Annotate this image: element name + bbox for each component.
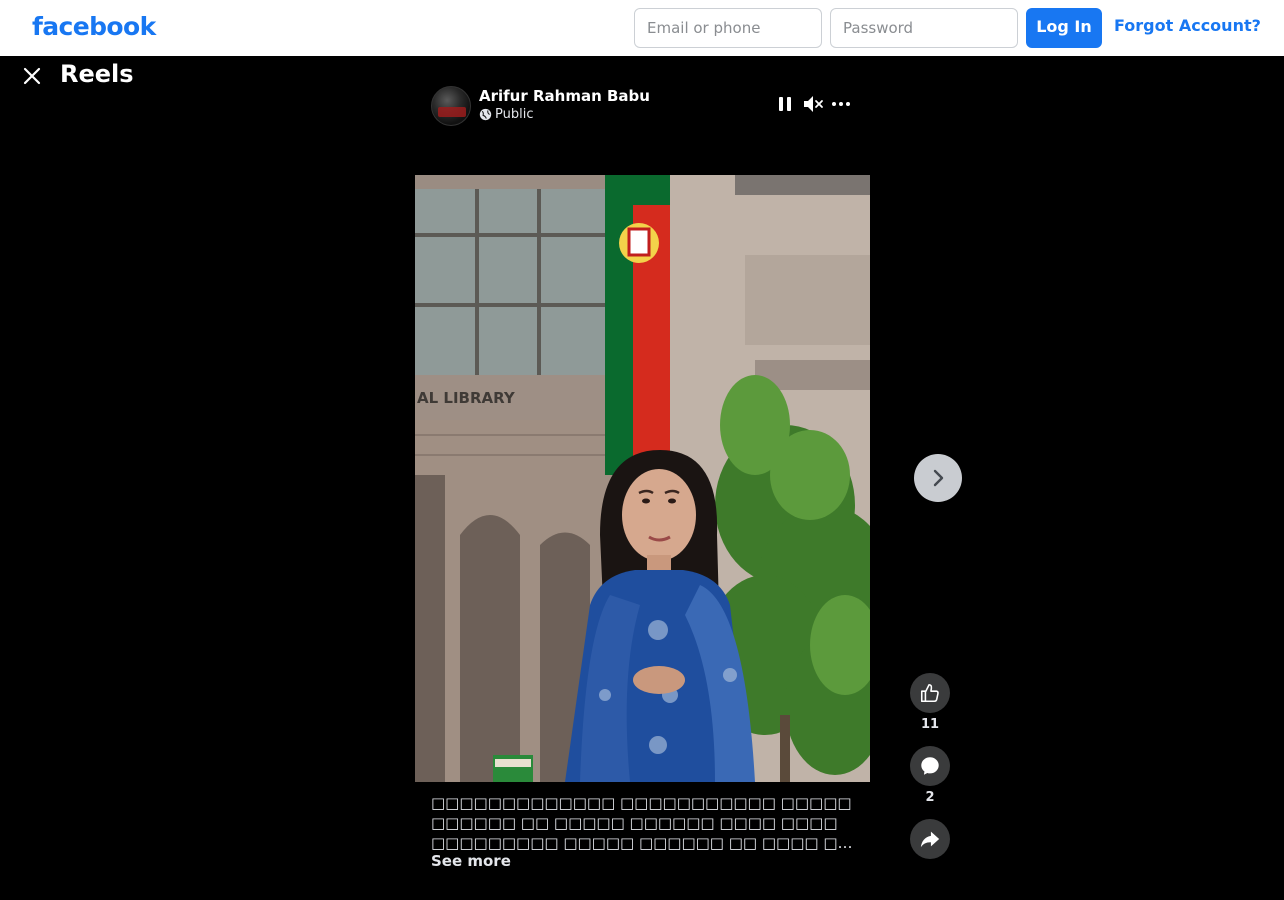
share-button[interactable] <box>910 819 950 859</box>
more-icon <box>832 102 850 106</box>
reel-video[interactable]: AL LIBRARY <box>415 175 870 782</box>
comment-button[interactable] <box>910 746 950 786</box>
caption-text: □□□□□□□□□□□□□ □□□□□□□□□□□ □□□□□□□□□□□ □□… <box>431 794 852 852</box>
pause-button[interactable] <box>773 92 797 116</box>
mute-button[interactable] <box>801 92 825 116</box>
facebook-logo[interactable]: facebook <box>32 12 156 41</box>
globe-icon <box>479 108 492 121</box>
password-field[interactable] <box>830 8 1018 48</box>
top-bar: facebook Log In Forgot Account? <box>0 0 1284 56</box>
next-reel-button[interactable] <box>914 454 962 502</box>
more-options-button[interactable] <box>829 92 853 116</box>
building-sign: AL LIBRARY <box>417 389 516 407</box>
login-button[interactable]: Log In <box>1026 8 1102 48</box>
close-icon <box>23 67 41 85</box>
like-count: 11 <box>920 717 940 732</box>
share-icon <box>920 831 940 848</box>
like-icon <box>920 683 939 703</box>
privacy-label: Public <box>495 107 534 122</box>
comment-count: 2 <box>925 790 935 805</box>
chevron-right-icon <box>933 469 944 487</box>
comment-icon <box>921 757 939 775</box>
email-field[interactable] <box>634 8 822 48</box>
author-name[interactable]: Arifur Rahman Babu <box>479 87 650 105</box>
see-more-link[interactable]: See more <box>431 852 511 870</box>
pause-icon <box>779 97 791 111</box>
page-title: Reels <box>60 60 134 88</box>
close-button[interactable] <box>20 64 44 88</box>
muted-speaker-icon <box>804 96 823 112</box>
privacy-indicator: Public <box>479 107 533 122</box>
avatar[interactable] <box>431 86 471 126</box>
like-button[interactable] <box>910 673 950 713</box>
video-frame: AL LIBRARY <box>415 175 870 782</box>
post-caption: □□□□□□□□□□□□□ □□□□□□□□□□□ □□□□□□□□□□□ □□… <box>431 793 856 853</box>
forgot-account-link[interactable]: Forgot Account? <box>1114 16 1261 35</box>
